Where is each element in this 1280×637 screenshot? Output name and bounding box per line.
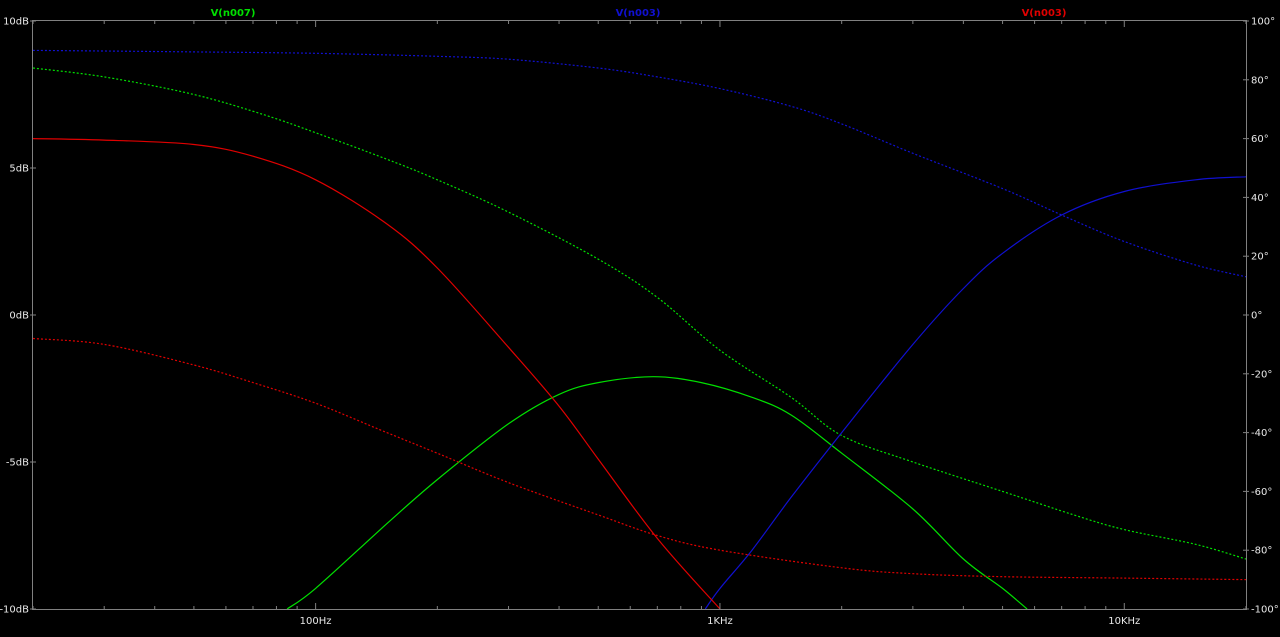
y-left-tick-label: 10dB [3,17,29,28]
x-tick-label: 10KHz [1108,616,1140,627]
y-right-tick-label: 40° [1251,193,1269,204]
x-tick-label: 1KHz [707,616,733,627]
y-right-tick-label: 80° [1251,75,1269,86]
y-right-tick-label: 20° [1251,252,1269,263]
plot-background [0,0,1280,637]
legend-entry-green: V(n007) [211,8,256,19]
bode-plot: 100Hz 1KHz 10KHz 10dB 5dB 0dB -5dB -10dB 100° 80°… [0,0,1280,637]
y-right-tick-label: 100° [1251,17,1275,28]
y-right-tick-label: -80° [1251,546,1272,557]
y-right-tick-label: -40° [1251,428,1272,439]
legend-entry-blue: V(n003) [616,8,661,19]
y-right-tick-label: -20° [1251,369,1272,380]
y-right-tick-label: -60° [1251,487,1272,498]
y-left-tick-label: 0dB [9,311,29,322]
x-tick-label: 100Hz [300,616,332,627]
y-left-tick-label: 5dB [9,164,29,175]
y-left-tick-label: -10dB [0,605,29,616]
y-right-tick-label: 60° [1251,134,1269,145]
legend-entry-red: V(n003) [1022,8,1067,19]
y-right-tick-label: -100° [1251,605,1279,616]
y-right-tick-label: 0° [1251,311,1262,322]
y-left-tick-label: -5dB [6,458,29,469]
